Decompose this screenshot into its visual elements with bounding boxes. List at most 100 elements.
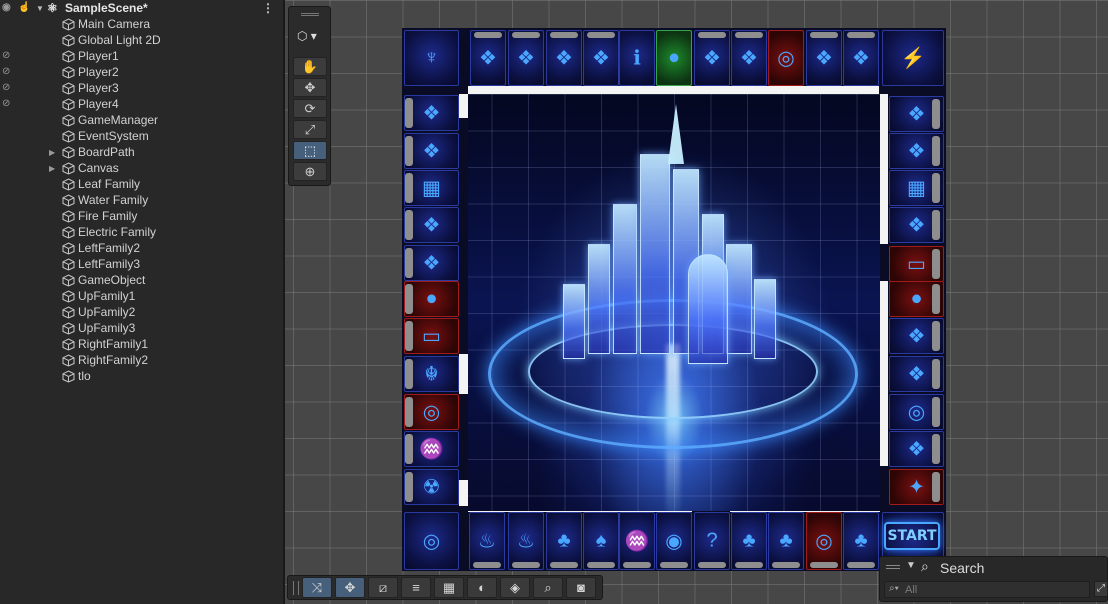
tile-icon: ♠ <box>595 529 607 552</box>
shading-button[interactable]: ◐ <box>467 577 497 598</box>
top-row-tile: ❖ <box>843 30 879 86</box>
scene-row[interactable]: ◉ ☝ ▼ ⚛ SampleScene* ⋮ <box>0 0 284 16</box>
overlay-grip-icon[interactable] <box>301 13 319 16</box>
overlay-grip-icon[interactable] <box>886 565 900 569</box>
tile-icon: ❖ <box>479 47 497 70</box>
hierarchy-item[interactable]: Electric Family <box>0 224 284 240</box>
tile-bar <box>847 32 875 38</box>
hierarchy-item[interactable]: RightFamily2 <box>0 352 284 368</box>
hierarchy-item-label: UpFamily2 <box>78 305 136 319</box>
transform-tool-button[interactable]: ⊕ <box>293 162 327 181</box>
hierarchy-item[interactable]: ⊘ Player1 <box>0 48 284 64</box>
tile-bar <box>550 32 578 38</box>
hierarchy-item-label: Water Family <box>78 193 149 207</box>
hierarchy-item[interactable]: ▶ Canvas <box>0 160 284 176</box>
hierarchy-item-label: Electric Family <box>78 225 157 239</box>
hidden-eye-icon[interactable]: ⊘ <box>2 82 15 94</box>
hidden-eye-icon[interactable]: ⊘ <box>2 98 15 110</box>
hierarchy-item-label: UpFamily1 <box>78 289 136 303</box>
board-wall <box>459 480 468 506</box>
tile-icon: ❖ <box>592 47 610 70</box>
hierarchy-item-label: GameManager <box>78 113 159 127</box>
toolbar-grip-icon[interactable] <box>293 580 299 595</box>
gameobject-icon <box>62 289 75 303</box>
rotate-tool-button[interactable]: ⟳ <box>293 99 327 118</box>
board-wall <box>468 86 879 94</box>
hierarchy-item[interactable]: LeftFamily2 <box>0 240 284 256</box>
expand-icon[interactable]: ⤢ <box>1094 581 1108 597</box>
hierarchy-item[interactable]: ⊘ Player2 <box>0 64 284 80</box>
scene-menu-icon[interactable]: ⋮ <box>262 1 274 15</box>
search-input[interactable]: ⌕▾ All <box>884 581 1090 598</box>
zoom-button[interactable]: ⌕ <box>533 577 563 598</box>
foldout-arrow-icon[interactable]: ▶ <box>49 164 55 173</box>
tool-context-dropdown[interactable]: ⬡ ▾ <box>297 29 317 43</box>
hierarchy-item[interactable]: EventSystem <box>0 128 284 144</box>
scale-tool-button[interactable]: ⤢ <box>293 120 327 139</box>
tile-icon: ♣ <box>557 529 571 552</box>
top-row-tile: ℹ <box>619 30 655 86</box>
foldout-arrow-icon[interactable]: ▶ <box>49 148 55 157</box>
hierarchy-item[interactable]: UpFamily2 <box>0 304 284 320</box>
hierarchy-item[interactable]: ⊘ Player3 <box>0 80 284 96</box>
grid-snap-button[interactable]: ⧄ <box>368 577 398 598</box>
tile-bar <box>512 32 540 38</box>
hierarchy-item-label: Canvas <box>78 161 119 175</box>
tile-icon: ? <box>706 529 718 552</box>
move-snap-button[interactable]: ✥ <box>335 577 365 598</box>
gizmos-icon: ◙ <box>577 580 585 595</box>
hierarchy-item[interactable]: Fire Family <box>0 208 284 224</box>
rect-tool-button[interactable]: ⬚ <box>293 141 327 160</box>
hierarchy-item[interactable]: Leaf Family <box>0 176 284 192</box>
chevron-down-icon[interactable]: ▼ <box>906 560 916 571</box>
tile-bar <box>698 562 726 568</box>
hierarchy-item[interactable]: RightFamily1 <box>0 336 284 352</box>
tile-icon: ♆ <box>424 46 439 69</box>
visibility-icon[interactable]: ◉ <box>2 2 15 14</box>
unity-scene-icon: ⚛ <box>47 1 58 15</box>
hierarchy-item-label: Player2 <box>78 65 119 79</box>
city-tower <box>640 154 670 354</box>
grid-visibility-button[interactable]: ▦ <box>434 577 464 598</box>
hierarchy-item[interactable]: LeftFamily3 <box>0 256 284 272</box>
hidden-eye-icon[interactable]: ⊘ <box>2 66 15 78</box>
move-tool-button[interactable]: ✥ <box>293 78 327 97</box>
hierarchy-item[interactable]: tlo <box>0 368 284 384</box>
gameobject-icon <box>62 273 75 287</box>
top-row-tile: ❖ <box>508 30 544 86</box>
tile-bar <box>932 321 940 351</box>
hierarchy-item[interactable]: Water Family <box>0 192 284 208</box>
gizmos-button[interactable]: ◙ <box>566 577 596 598</box>
toggle-tool-handle-button[interactable]: ⤨ <box>302 577 332 598</box>
tile-bar <box>550 562 578 568</box>
layers-button[interactable]: ◈ <box>500 577 530 598</box>
hierarchy-item[interactable]: GameManager <box>0 112 284 128</box>
top-row-tile: ❖ <box>694 30 730 86</box>
layers-icon: ◈ <box>510 579 520 595</box>
hierarchy-item-label: RightFamily1 <box>78 337 149 351</box>
hierarchy-item-label: LeftFamily3 <box>78 257 141 271</box>
hierarchy-item[interactable]: ▶ BoardPath <box>0 144 284 160</box>
pickable-icon[interactable]: ☝ <box>18 2 31 14</box>
tile-bar <box>405 321 413 351</box>
zoom-icon: ⌕ <box>544 579 552 595</box>
hierarchy-item[interactable]: Global Light 2D <box>0 32 284 48</box>
hierarchy-item[interactable]: UpFamily3 <box>0 320 284 336</box>
search-filter-icon[interactable]: ⌕▾ <box>889 583 899 594</box>
hidden-eye-icon[interactable]: ⊘ <box>2 50 15 62</box>
rect-tool-icon: ⬚ <box>303 142 317 158</box>
hierarchy-item[interactable]: UpFamily1 <box>0 288 284 304</box>
hierarchy-item-label: Leaf Family <box>78 177 141 191</box>
expanded-arrow-icon[interactable]: ▼ <box>36 4 44 13</box>
hierarchy-item[interactable]: GameObject <box>0 272 284 288</box>
board-wall <box>459 94 468 118</box>
gameobject-icon <box>62 321 75 335</box>
hierarchy-item[interactable]: ⊘ Player4 <box>0 96 284 112</box>
top-row-tile: ⚡ <box>882 30 944 86</box>
align-button[interactable]: ≡ <box>401 577 431 598</box>
gameobject-icon <box>62 113 75 127</box>
hand-tool-button[interactable]: ✋ <box>293 57 327 76</box>
tile-bar <box>735 32 763 38</box>
gameobject-icon <box>62 177 75 191</box>
hierarchy-item[interactable]: Main Camera <box>0 16 284 32</box>
